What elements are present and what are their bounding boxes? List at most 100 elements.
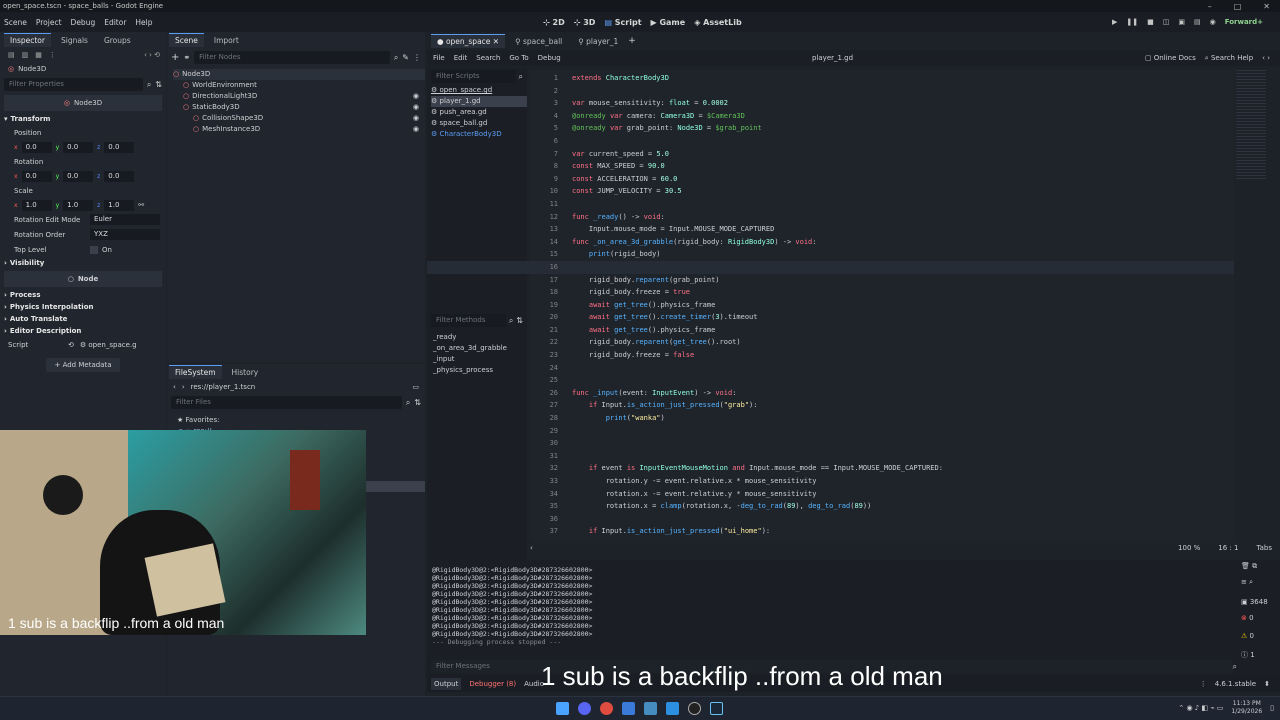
code-line[interactable]: 24 <box>427 362 1234 375</box>
tab-debugger[interactable]: Debugger (8) <box>469 680 516 688</box>
play-scene-icon[interactable]: ▣ <box>1178 18 1185 26</box>
code-line[interactable]: 36 <box>427 513 1234 526</box>
code-line[interactable]: 9 const ACCELERATION = 60.0 <box>427 173 1234 186</box>
movie-icon[interactable]: ◉ <box>1210 18 1216 26</box>
indent-mode[interactable]: Tabs <box>1257 544 1280 552</box>
menu-scene[interactable]: Scene <box>4 18 27 27</box>
scene-node[interactable]: ○ CollisionShape3D ◉ <box>173 113 425 124</box>
renderer-select[interactable]: Forward+ <box>1225 18 1263 26</box>
code-line[interactable]: 27 if Input.is_action_just_pressed("grab… <box>427 399 1234 412</box>
new-resource-icon[interactable]: ▤ <box>8 51 15 59</box>
steam-icon[interactable] <box>710 702 723 715</box>
editor-description-section[interactable]: › Editor Description <box>0 325 166 337</box>
code-line[interactable]: 12 func _ready() -> void: <box>427 211 1234 224</box>
workspace-game[interactable]: ▶ Game <box>651 18 686 27</box>
workspace-3d[interactable]: ⊹ 3D <box>574 18 596 27</box>
code-line[interactable]: 30 <box>427 437 1234 450</box>
menu-editor[interactable]: Editor <box>104 18 126 27</box>
physics-interpolation-section[interactable]: › Physics Interpolation <box>0 301 166 313</box>
script-value[interactable]: ⚙ open_space.g <box>80 341 137 349</box>
position-y[interactable]: 0.0 <box>63 141 94 153</box>
vscode-icon[interactable] <box>666 702 679 715</box>
code-line[interactable]: 23 rigid_body.freeze = false <box>427 349 1234 362</box>
scene-node[interactable]: ○ WorldEnvironment <box>173 80 425 91</box>
minimap[interactable] <box>1236 70 1266 180</box>
code-line[interactable]: 33 rotation.y -= event.relative.x * mous… <box>427 475 1234 488</box>
code-line[interactable]: 3 var mouse_sensitivity: float = 0.0002 <box>427 97 1234 110</box>
discord-icon[interactable] <box>578 702 591 715</box>
menu-search[interactable]: Search <box>476 54 500 62</box>
menu-project[interactable]: Project <box>36 18 62 27</box>
code-line[interactable]: 6 <box>427 135 1234 148</box>
scale-z[interactable]: 1.0 <box>104 199 135 211</box>
wrap-icon[interactable]: ≡ ⌕ <box>1241 578 1277 594</box>
code-line[interactable]: 7 var current_speed = 5.0 <box>427 148 1234 161</box>
more-icon[interactable]: ⋮ <box>1200 680 1207 688</box>
pause-icon[interactable]: ❚❚ <box>1126 18 1138 26</box>
tab-filesystem[interactable]: FileSystem <box>169 365 222 379</box>
tab-scene[interactable]: Scene <box>169 33 204 47</box>
transform-section[interactable]: ▾ Transform <box>0 113 166 125</box>
code-line[interactable]: 25 <box>427 374 1234 387</box>
code-line[interactable]: 18 rigid_body.freeze = true <box>427 286 1234 299</box>
code-line[interactable]: 19 await get_tree().physics_frame <box>427 299 1234 312</box>
zoom-level[interactable]: 100 % <box>1178 544 1200 552</box>
scene-node[interactable]: ○ Node3D <box>173 69 425 80</box>
attach-script-icon[interactable]: ✎ <box>402 53 409 62</box>
pin-icon[interactable]: ⬍ <box>1264 680 1280 688</box>
code-line[interactable]: 37 if Input.is_action_just_pressed("ui_h… <box>427 525 1234 538</box>
reset-icon[interactable]: ⟲ <box>68 341 74 349</box>
maximize-button[interactable]: □ <box>1234 2 1242 11</box>
code-area[interactable]: 1 extends CharacterBody3D 2 3 var mouse_sens… <box>427 70 1234 540</box>
workspace-2d[interactable]: ⊹ 2D <box>543 18 565 27</box>
code-line[interactable]: 16 <box>427 260 1234 274</box>
back-icon[interactable]: ‹ <box>173 383 176 391</box>
count-all[interactable]: ▣ 3648 <box>1241 598 1277 614</box>
add-tab-icon[interactable]: + <box>628 36 636 46</box>
workspace-script[interactable]: ▤ Script <box>604 18 641 27</box>
rotation-order-select[interactable]: YXZ <box>90 229 160 240</box>
split-view-icon[interactable]: ▭ <box>412 383 419 391</box>
instance-scene-icon[interactable]: ⚭ <box>183 53 190 62</box>
code-line[interactable]: 10 const JUMP_VELOCITY = 30.5 <box>427 185 1234 198</box>
menu-debug[interactable]: Debug <box>538 54 561 62</box>
auto-translate-section[interactable]: › Auto Translate <box>0 313 166 325</box>
code-line[interactable]: 26 func _input(event: InputEvent) -> void… <box>427 387 1234 400</box>
remote-debug-icon[interactable]: ◫ <box>1163 18 1170 26</box>
sort-icon[interactable]: ⇅ <box>414 398 421 407</box>
code-line[interactable]: 21 await get_tree().physics_frame <box>427 324 1234 337</box>
godot-icon[interactable] <box>644 702 657 715</box>
filter-files-input[interactable]: Filter Files <box>171 396 402 409</box>
code-line[interactable]: 2 <box>427 85 1234 98</box>
code-line[interactable]: 11 <box>427 198 1234 211</box>
add-node-icon[interactable]: + <box>171 52 179 63</box>
load-resource-icon[interactable]: ▥ <box>22 51 29 59</box>
rotation-edit-mode-select[interactable]: Euler <box>90 214 160 225</box>
menu-file[interactable]: File <box>433 54 445 62</box>
minimize-button[interactable]: – <box>1208 2 1212 11</box>
search-help-button[interactable]: ⌕ Search Help <box>1205 54 1253 63</box>
sort-icon[interactable]: ⇅ <box>155 80 162 89</box>
tab-output[interactable]: Output <box>431 678 462 690</box>
forward-icon[interactable]: › <box>182 383 185 391</box>
scale-y[interactable]: 1.0 <box>63 199 94 211</box>
scroll-left-icon[interactable]: ‹ <box>530 544 533 552</box>
tab-inspector[interactable]: Inspector <box>4 33 51 47</box>
code-line[interactable]: 22 rigid_body.reparent(get_tree().root) <box>427 336 1234 349</box>
clear-icon[interactable]: 🗑 ⧉ <box>1241 562 1277 578</box>
code-line[interactable]: 15 print(rigid_body) <box>427 248 1234 261</box>
play-custom-icon[interactable]: ▤ <box>1194 18 1201 26</box>
workspace-assetlib[interactable]: ◈ AssetLib <box>694 18 741 27</box>
code-line[interactable]: 1 extends CharacterBody3D <box>427 72 1234 85</box>
close-button[interactable]: ✕ <box>1263 2 1270 11</box>
add-metadata-button[interactable]: + Add Metadata <box>46 358 120 372</box>
scene-node[interactable]: ○ DirectionalLight3D ◉ <box>173 91 425 102</box>
visibility-icon[interactable]: ◉ <box>413 113 425 124</box>
code-line[interactable]: 29 <box>427 425 1234 438</box>
menu-edit[interactable]: Edit <box>454 54 468 62</box>
scene-node[interactable]: ○ MeshInstance3D ◉ <box>173 124 425 135</box>
chrome-icon[interactable] <box>600 702 613 715</box>
tab-space-ball[interactable]: ⚲ space_ball <box>509 35 568 48</box>
visibility-icon[interactable]: ◉ <box>413 102 425 113</box>
menu-debug[interactable]: Debug <box>71 18 96 27</box>
